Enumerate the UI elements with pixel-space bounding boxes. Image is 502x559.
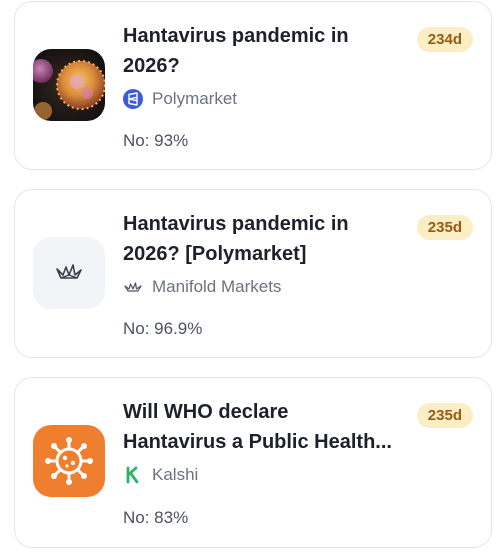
manifold-crane-icon [123, 277, 143, 297]
polymarket-icon [123, 89, 143, 109]
kalshi-k-icon [123, 465, 143, 485]
days-remaining-badge: 234d [416, 27, 473, 52]
market-card[interactable]: Will WHO declare Hantavirus a Public Hea… [14, 377, 492, 548]
answer-probability: No: 83% [123, 508, 189, 527]
market-title[interactable]: Hantavirus pandemic in 2026? [123, 21, 393, 81]
manifold-crane-icon [56, 264, 82, 279]
market-source: Kalshi [123, 463, 198, 487]
market-card[interactable]: Hantavirus pandemic in 2026? [Polymarket… [14, 189, 492, 358]
virus-photo-icon [33, 49, 105, 121]
virus-icon [45, 437, 93, 485]
days-remaining-badge: 235d [416, 215, 473, 240]
source-name: Manifold Markets [152, 277, 282, 296]
answer-probability: No: 96.9% [123, 319, 203, 338]
market-title[interactable]: Hantavirus pandemic in 2026? [Polymarket… [123, 209, 393, 269]
market-source: Polymarket [123, 87, 237, 111]
answer-probability: No: 93% [123, 131, 189, 150]
market-card[interactable]: Hantavirus pandemic in 2026? 234d Polyma… [14, 1, 492, 170]
days-remaining-badge: 235d [416, 403, 473, 428]
source-name: Kalshi [152, 465, 199, 484]
virus-icon-thumbnail [33, 425, 105, 497]
source-name: Polymarket [152, 89, 238, 108]
market-source: Manifold Markets [123, 275, 281, 299]
market-title[interactable]: Will WHO declare Hantavirus a Public Hea… [123, 397, 393, 457]
manifold-logo-thumbnail [33, 237, 105, 309]
virus-photo-thumbnail [33, 49, 105, 121]
